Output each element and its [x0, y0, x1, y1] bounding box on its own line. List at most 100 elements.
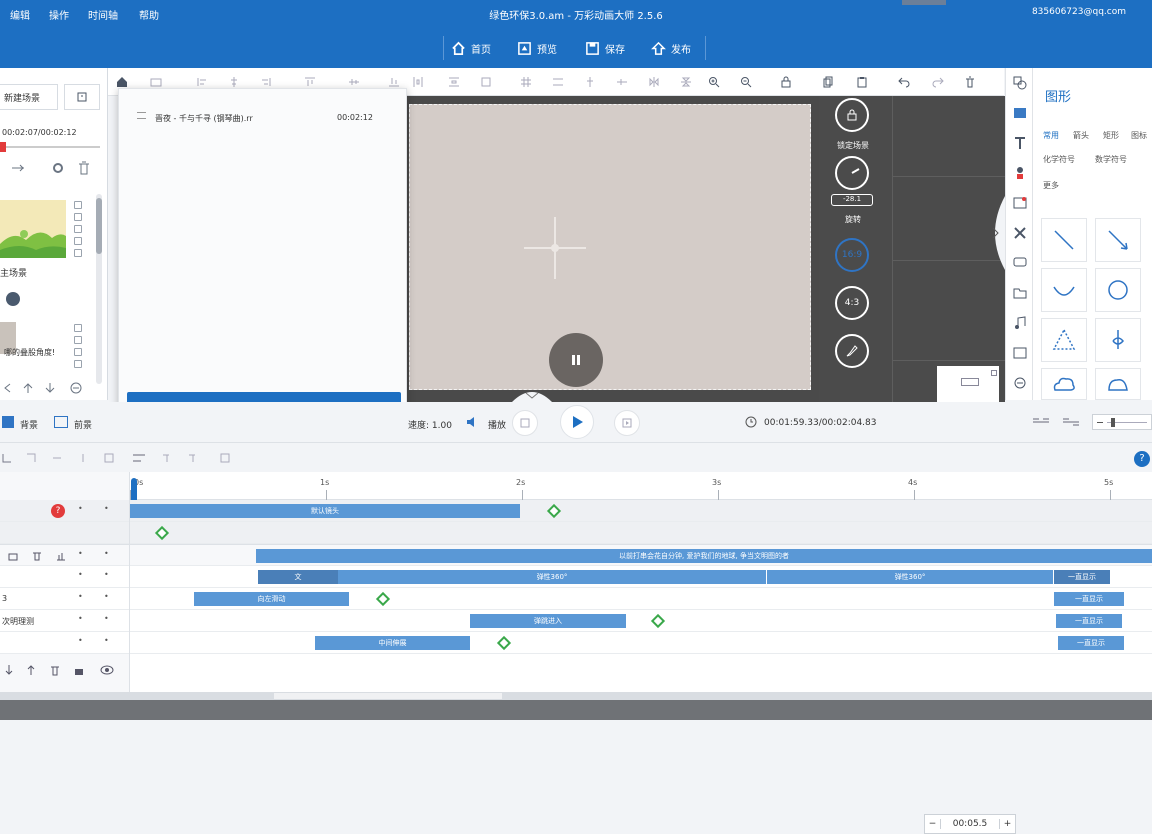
rotate-value[interactable]: -28.1 [831, 194, 873, 206]
animation-bar[interactable]: 一直显示 [1054, 570, 1110, 584]
animation-bar[interactable]: 弹性360° [338, 570, 766, 584]
animation-bar[interactable]: 弹性360° [767, 570, 1053, 584]
animation-bar[interactable]: 弹跳进入 [470, 614, 626, 628]
music-file-name[interactable]: 晋夜 - 千与千寻 (钢琴曲).rr [155, 113, 253, 124]
save-button[interactable]: 保存 [585, 38, 625, 58]
window-drag-handle[interactable] [902, 0, 946, 5]
foreground-label[interactable]: 前景 [74, 418, 92, 431]
keyframe-diamond[interactable] [650, 613, 666, 629]
tab-arrow[interactable]: 箭头 [1073, 130, 1089, 141]
animation-bar[interactable]: 一直显示 [1054, 592, 1124, 606]
redo-icon[interactable] [932, 76, 944, 88]
align-top-icon[interactable] [304, 76, 316, 88]
copy-icon[interactable] [822, 76, 834, 88]
layer-icon[interactable] [150, 76, 162, 88]
move-up-icon[interactable] [22, 382, 34, 394]
delete-icon[interactable] [964, 76, 976, 88]
user-account[interactable]: 835606723@qq.com [1032, 7, 1126, 17]
timeline-tool-icon[interactable] [26, 453, 36, 463]
more-icon[interactable] [1013, 376, 1027, 390]
animation-bar[interactable]: 向左滑动 [194, 592, 349, 606]
move-up-icon[interactable] [26, 664, 36, 676]
tab-math[interactable]: 数学符号 [1095, 154, 1127, 165]
playhead[interactable] [131, 478, 137, 500]
text-icon[interactable] [1013, 136, 1027, 150]
timeline-tool-icon[interactable] [220, 453, 230, 463]
collapse-tab-icon[interactable] [512, 386, 552, 402]
delete-icon[interactable] [74, 237, 82, 245]
shape-cloud[interactable] [1041, 368, 1087, 400]
tab-icon[interactable]: 图标 [1131, 130, 1147, 141]
add-transition-icon[interactable] [6, 292, 20, 306]
fit-icon[interactable] [1032, 416, 1050, 428]
tab-more[interactable]: 更多 [1043, 180, 1059, 191]
preview-button[interactable]: 预览 [517, 38, 557, 58]
background-label[interactable]: 背景 [20, 418, 38, 431]
rotate-dial[interactable] [835, 156, 869, 190]
shape-blob[interactable] [1095, 368, 1141, 400]
scene-2-label[interactable]: 哪的叠股角度! [4, 347, 55, 358]
center-v-icon[interactable] [616, 76, 628, 88]
lock-icon[interactable] [780, 76, 792, 88]
undo-icon[interactable] [898, 76, 910, 88]
zoom-in-icon[interactable] [708, 76, 720, 88]
timeline-tool-icon[interactable] [78, 453, 88, 463]
move-down-icon[interactable] [44, 382, 56, 394]
eye-icon[interactable] [100, 664, 114, 676]
tab-chemistry[interactable]: 化学符号 [1043, 154, 1075, 165]
animation-bar[interactable]: 文 [258, 570, 338, 584]
play-button[interactable] [560, 405, 594, 439]
move-down-icon[interactable] [4, 664, 14, 676]
next-frame-button[interactable] [614, 410, 640, 436]
volume-icon[interactable] [466, 416, 478, 428]
collapse-icon[interactable] [70, 382, 82, 394]
mute-label[interactable]: 播放 [488, 418, 506, 431]
delete-icon[interactable] [74, 360, 82, 368]
align-bottom-icon[interactable] [388, 76, 400, 88]
center-h-icon[interactable] [584, 76, 596, 88]
increment-button[interactable]: + [999, 819, 1015, 829]
duplicate-icon[interactable] [74, 225, 82, 233]
scene-slider-track[interactable] [0, 146, 100, 148]
shape-triangle[interactable] [1041, 318, 1087, 362]
distribute-icon[interactable] [412, 76, 424, 88]
character-icon[interactable] [1013, 166, 1027, 180]
copy-icon[interactable] [74, 324, 82, 332]
mini-preview[interactable] [937, 366, 999, 402]
flip-h-icon[interactable] [648, 76, 660, 88]
move-left-icon[interactable] [2, 382, 14, 394]
zoom-out-icon[interactable] [1097, 422, 1103, 423]
scene-scrollbar-thumb[interactable] [96, 198, 102, 254]
align-left-icon[interactable] [196, 76, 208, 88]
shape-line[interactable] [1041, 218, 1087, 262]
prev-frame-button[interactable] [512, 410, 538, 436]
video-pause-button[interactable] [549, 333, 603, 387]
folder-icon[interactable] [1013, 286, 1027, 300]
drag-handle-icon[interactable] [137, 112, 146, 119]
paste-icon[interactable] [74, 213, 82, 221]
copy-icon[interactable] [74, 201, 82, 209]
music-icon[interactable] [1013, 316, 1027, 330]
tools-icon[interactable] [1013, 226, 1027, 240]
expand-panel-icon[interactable] [985, 196, 1005, 270]
popout-icon[interactable] [991, 370, 997, 376]
scene-settings-icon[interactable] [64, 84, 100, 110]
timeline-tool-icon[interactable] [132, 453, 146, 463]
timeline-tool-icon[interactable] [52, 453, 62, 463]
publish-button[interactable]: 发布 [651, 38, 691, 58]
subtitle-bar[interactable]: 以前打串会花自分钟, 爱护我们的地球, 争当文明图的者 [256, 549, 1152, 563]
image-icon[interactable] [1013, 106, 1027, 120]
edit-background-button[interactable] [835, 334, 869, 368]
video-icon[interactable] [1013, 346, 1027, 360]
stage-canvas[interactable] [409, 104, 811, 390]
ratio-4-3-button[interactable]: 4:3 [835, 286, 869, 320]
animation-bar[interactable]: 中间伸展 [315, 636, 470, 650]
shape-circle[interactable] [1095, 268, 1141, 312]
timeline-scrollbar[interactable] [0, 692, 1152, 700]
camera-bar[interactable]: 默认镜头 [130, 504, 520, 518]
keyframe-diamond[interactable] [375, 591, 391, 607]
shape-pen[interactable] [1095, 318, 1141, 362]
align-middle-icon[interactable] [348, 76, 360, 88]
align-center-icon[interactable] [228, 76, 240, 88]
media-icon[interactable] [1013, 196, 1027, 210]
